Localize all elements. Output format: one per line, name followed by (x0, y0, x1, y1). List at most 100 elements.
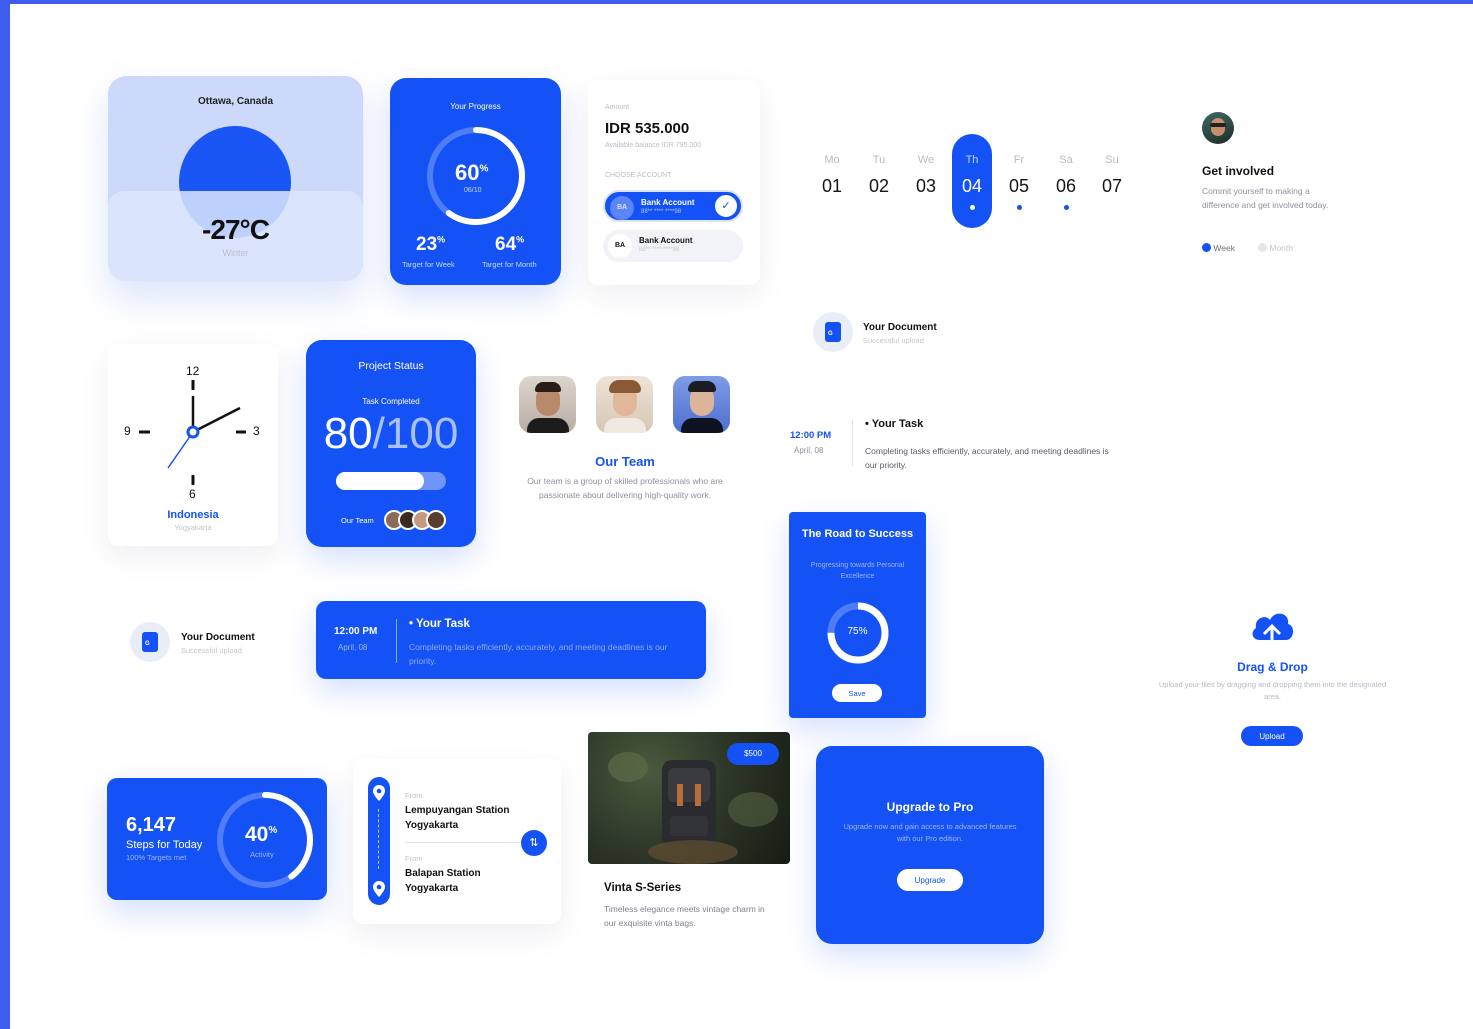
steps-count: 6,147 (126, 814, 177, 836)
calendar-day[interactable]: Fr 05 (999, 154, 1039, 210)
amount-balance: Available balance IDR 795.000 (605, 142, 701, 149)
clock-country: Indonesia (167, 509, 219, 521)
canvas: Ottawa, Canada -27°C Winter Your Progres… (10, 4, 1473, 1029)
save-button[interactable]: Save (832, 684, 882, 702)
upgrade-card: Upgrade to Pro Upgrade now and gain acce… (816, 746, 1044, 944)
avatar (596, 376, 653, 433)
drag-drop-panel[interactable]: Drag & Drop Upload your files by draggin… (1150, 602, 1395, 752)
task-title: • Your Task (409, 618, 470, 630)
weather-temperature: -27°C (202, 214, 270, 245)
bank-badge: BA (608, 234, 632, 258)
document-icon: G (825, 322, 841, 342)
option-month[interactable]: Month (1258, 243, 1293, 253)
route-track (368, 777, 390, 905)
upload-button[interactable]: Upload (1241, 726, 1303, 746)
document-subtitle: Successful upload (181, 646, 242, 655)
get-involved-text: Commit yourself to making a difference a… (1202, 186, 1329, 210)
avatar (673, 376, 730, 433)
route-to-label: From (405, 854, 423, 863)
amount-value: IDR 535.000 (605, 120, 690, 137)
progress-main-sub: 06/10 (464, 187, 482, 194)
task-title: • Your Task (865, 418, 924, 430)
price-badge: $500 (727, 743, 779, 765)
check-icon: ✓ (715, 195, 737, 217)
document-title: Your Document (181, 632, 255, 643)
our-team-text: Our team is a group of skilled professio… (527, 476, 723, 500)
calendar-day[interactable]: Mo 01 (812, 154, 852, 197)
activity-label: Activity (250, 850, 274, 859)
clock-city: Yogyakarta (174, 523, 212, 532)
avatar (519, 376, 576, 433)
choose-account-label: CHOOSE ACCOUNT (605, 172, 672, 179)
calendar-day[interactable]: We 03 (906, 154, 946, 197)
task-divider (852, 420, 853, 466)
bank-account-option-selected[interactable]: BA Bank Account 88** **** ****98 ✓ (603, 190, 743, 222)
product-text: Timeless elegance meets vintage charm in… (604, 904, 765, 928)
clock-second-hand (167, 431, 194, 469)
task-text: Completing tasks efficiently, accurately… (865, 446, 1109, 470)
radio-selected-icon (1202, 243, 1211, 252)
bank-account-name: Bank Account (641, 198, 695, 207)
road-to-success-card: The Road to Success Progressing towards … (789, 512, 926, 718)
route-to-station: Balapan Station (405, 868, 481, 879)
bank-account-number: 88** **** ****98 (639, 247, 680, 253)
upgrade-button[interactable]: Upgrade (897, 869, 963, 891)
calendar-day[interactable]: Tu 02 (859, 154, 899, 197)
document-item[interactable]: G Your Document Successful upload (813, 310, 973, 354)
clock-face (139, 380, 246, 485)
steps-sub: 100% Targets met (126, 853, 187, 862)
get-involved-panel: Get involved Commit yourself to making a… (1200, 110, 1340, 260)
radio-icon (1258, 243, 1267, 252)
document-icon-circle: G (130, 622, 170, 662)
upgrade-text: Upgrade now and gain access to advanced … (843, 822, 1017, 843)
task-item: 12:00 PM April, 08 • Your Task Completin… (788, 416, 1128, 476)
document-title: Your Document (863, 322, 937, 333)
route-card: From Lempuyangan Station Yogyakarta ⇅ Fr… (353, 759, 561, 924)
progress-week-pct: 23% (416, 234, 446, 255)
weather-city: Ottawa, Canada (197, 96, 274, 107)
cloud-upload-icon (1252, 613, 1294, 650)
weather-card: Ottawa, Canada -27°C Winter (108, 76, 363, 281)
activity-pct: 40% (245, 823, 278, 846)
swap-icon[interactable]: ⇅ (521, 830, 547, 856)
amount-card: Amount IDR 535.000 Available balance IDR… (588, 80, 760, 285)
get-involved-title: Get involved (1202, 164, 1275, 178)
drag-drop-text: Upload your files by dragging and droppi… (1158, 680, 1387, 701)
task-divider (396, 619, 397, 663)
document-item[interactable]: G Your Document Successful upload (130, 620, 290, 664)
calendar-day[interactable]: Sa 06 (1046, 154, 1086, 210)
bank-account-number: 88** **** ****98 (641, 209, 682, 215)
drag-drop-title: Drag & Drop (1237, 660, 1308, 674)
location-pin-icon (373, 785, 385, 801)
calendar-day-selected[interactable]: Th 04 (952, 154, 992, 210)
route-to-city: Yogyakarta (405, 883, 459, 894)
task-time: 12:00 PM (334, 626, 378, 637)
product-card[interactable]: $500 Vinta S-Series Timeless elegance me… (588, 732, 790, 932)
bank-account-name: Bank Account (639, 236, 693, 245)
task-date: April, 08 (338, 643, 368, 652)
clock-card: 12 3 6 9 Indonesia Yogyakarta (108, 344, 278, 546)
calendar-day[interactable]: Su 07 (1092, 154, 1132, 197)
bank-account-option[interactable]: BA Bank Account 88** **** ****98 (603, 230, 743, 262)
project-count: 80/100 (323, 409, 459, 458)
avatar (426, 510, 446, 530)
progress-main-pct: 60% (455, 160, 489, 185)
progress-month-label: Target for Month (482, 260, 537, 269)
product-title: Vinta S-Series (604, 882, 682, 894)
our-team-panel: Our Team Our team is a group of skilled … (510, 374, 740, 524)
week-calendar: Mo 01 Tu 02 We 03 Th 04 Fr 05 Sa 06 Su 07 (810, 134, 1140, 234)
steps-label: Steps for Today (126, 839, 203, 851)
project-progress-fill (336, 472, 424, 490)
progress-card: Your Progress 60% 06/10 23% Target for W… (390, 78, 561, 285)
document-subtitle: Successful upload (863, 336, 924, 345)
route-divider (405, 842, 525, 843)
road-subtitle: Progressing towards Personal Excellence (810, 562, 905, 580)
upgrade-title: Upgrade to Pro (886, 800, 974, 814)
route-from-label: From (405, 791, 423, 800)
route-from-city: Yogyakarta (405, 820, 459, 831)
option-week[interactable]: Week (1202, 243, 1235, 253)
avatar (1202, 112, 1234, 144)
task-date: April, 08 (794, 446, 824, 455)
clock-hour-hand (192, 406, 241, 434)
road-pct: 75% (847, 626, 868, 637)
